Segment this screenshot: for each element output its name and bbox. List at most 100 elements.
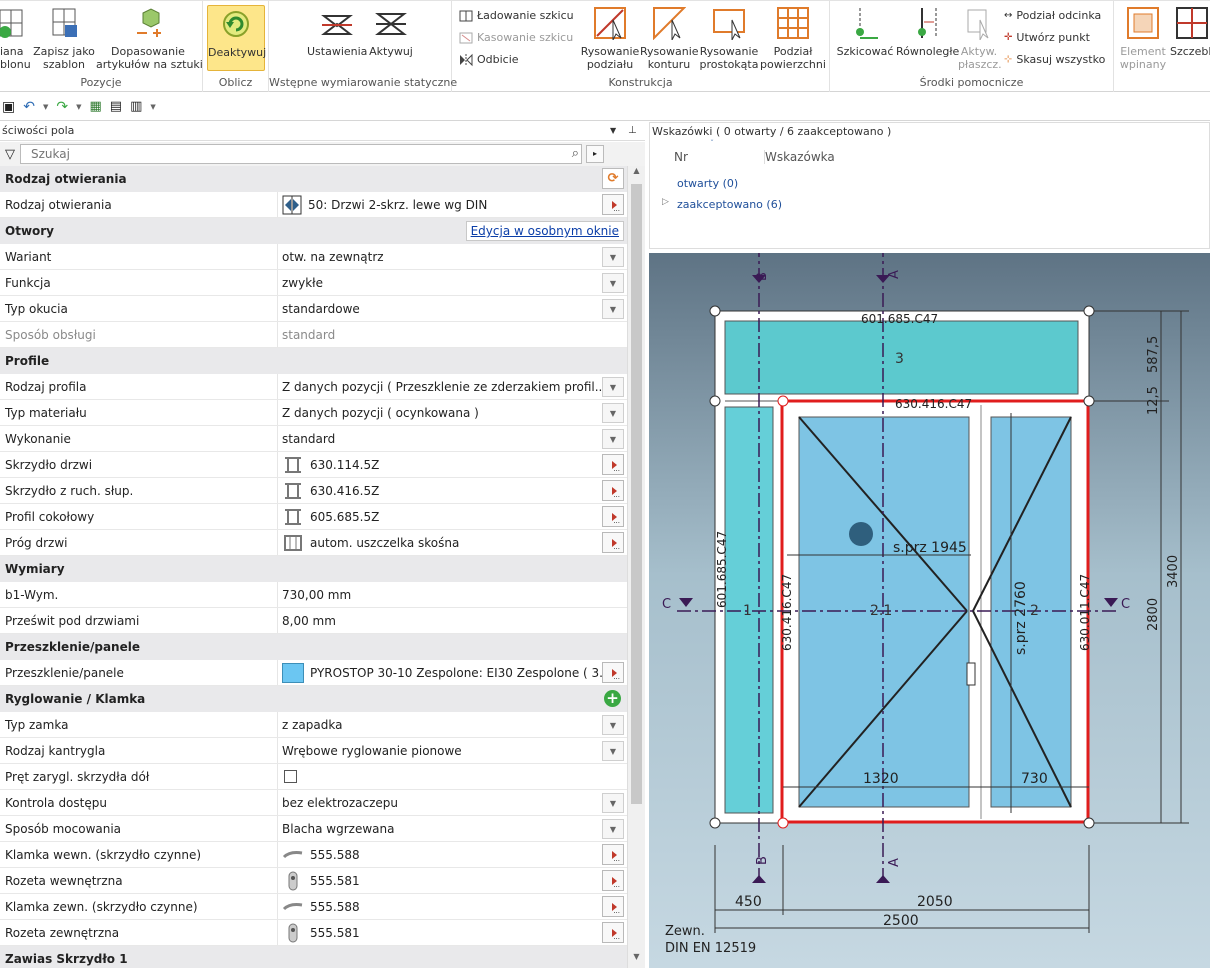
browse-button[interactable]: ... xyxy=(602,532,624,553)
add-icon[interactable]: + xyxy=(604,690,621,707)
activate-button[interactable]: Aktywuj xyxy=(367,5,415,58)
corner-handle[interactable] xyxy=(1083,817,1095,829)
create-point-button[interactable]: ✛ Utwórz punkt xyxy=(1004,28,1090,48)
pin-icon[interactable]: ⊥ xyxy=(628,122,637,140)
search-icon[interactable]: ⌕ xyxy=(572,146,579,161)
section-action-button[interactable]: ⟳ xyxy=(602,168,624,189)
delete-all-button[interactable]: ⊹ Skasuj wszystko xyxy=(1004,50,1105,70)
prop-value[interactable]: 555.588 xyxy=(278,842,627,867)
prop-value[interactable]: autom. uszczelka skośna xyxy=(278,530,627,555)
prop-value[interactable]: Blacha wgrzewana xyxy=(278,816,627,841)
save-icon[interactable]: ▣ xyxy=(2,99,15,115)
apply-template-button[interactable]: iana blonu xyxy=(0,5,32,71)
prop-value[interactable]: otw. na zewnątrz xyxy=(278,244,627,269)
prop-value[interactable]: 555.581 xyxy=(278,920,627,945)
prop-value[interactable]: PYROSTOP 30-10 Zespolone: EI30 Zespolone… xyxy=(278,660,627,685)
corner-handle[interactable] xyxy=(777,395,789,407)
delete-sketch-button[interactable]: Kasowanie szkicu xyxy=(459,28,573,48)
corner-handle[interactable] xyxy=(1083,395,1095,407)
insert-element-button[interactable]: Element wpinany xyxy=(1118,5,1168,71)
marker-dot[interactable] xyxy=(849,522,873,546)
settings-button[interactable]: Ustawienia xyxy=(307,5,367,58)
corner-handle[interactable] xyxy=(709,305,721,317)
edit-in-window-link[interactable]: Edycja w osobnym oknie xyxy=(465,221,624,241)
draw-division-button[interactable]: Rysowanie podziału xyxy=(580,5,640,71)
load-sketch-button[interactable]: Ładowanie szkicu xyxy=(459,6,574,26)
calculator-icon[interactable]: ▦ xyxy=(89,99,101,114)
dropdown-button[interactable]: ▼ xyxy=(602,299,624,319)
segment-division-button[interactable]: ↔ Podział odcinka xyxy=(1004,6,1101,26)
sketch-button[interactable]: Szkicować xyxy=(834,5,896,58)
dropdown-button[interactable]: ▼ xyxy=(602,429,624,449)
search-next-button[interactable]: ▸ xyxy=(586,145,604,163)
corner-handle[interactable] xyxy=(709,395,721,407)
redo-icon[interactable]: ↷ xyxy=(56,99,68,115)
door-drawing[interactable]: 3 A B A B C C 601.685.C47 630.416.C47 60… xyxy=(649,253,1210,968)
area-division-button[interactable]: Podział powierzchni xyxy=(760,5,826,71)
checkbox[interactable] xyxy=(284,770,297,783)
dropdown-button[interactable]: ▼ xyxy=(602,377,624,397)
prop-value[interactable]: 8,00 mm xyxy=(278,608,627,633)
dropdown-button[interactable]: ▼ xyxy=(602,819,624,839)
dropdown-icon[interactable]: ▼ xyxy=(76,103,81,111)
scroll-down-icon[interactable]: ▼ xyxy=(628,952,645,968)
filter-icon[interactable]: ▽ xyxy=(0,147,20,162)
prop-value[interactable]: z zapadka xyxy=(278,712,627,737)
door-drawing-canvas[interactable]: 3 A B A B C C 601.685.C47 630.416.C47 60… xyxy=(649,253,1210,968)
corner-handle[interactable] xyxy=(777,817,789,829)
draw-rectangle-button[interactable]: Rysowanie prostokąta xyxy=(698,5,760,71)
prop-value[interactable]: 555.588 xyxy=(278,894,627,919)
prop-value[interactable]: standard xyxy=(278,426,627,451)
browse-button[interactable]: ... xyxy=(602,896,624,917)
prop-value[interactable]: 555.581 xyxy=(278,868,627,893)
prop-value[interactable]: Wrębowe ryglowanie pionowe xyxy=(278,738,627,763)
dropdown-button[interactable]: ▼ xyxy=(602,273,624,293)
prop-value[interactable]: 50: Drzwi 2-skrz. lewe wg DIN xyxy=(278,192,627,217)
parallel-button[interactable]: Równoległe xyxy=(896,5,959,58)
browse-button[interactable]: ... xyxy=(602,844,624,865)
transom-button[interactable]: Szczebli xyxy=(1170,5,1210,58)
search-box[interactable]: ⌕ xyxy=(20,144,582,164)
hints-column-nr[interactable]: Nr xyxy=(674,150,688,164)
dropdown-icon[interactable]: ▼ xyxy=(43,103,48,111)
corner-handle[interactable] xyxy=(709,817,721,829)
deactivate-button[interactable]: Deaktywuj xyxy=(207,5,266,71)
customize-icon[interactable]: ▼ xyxy=(150,103,155,111)
browse-button[interactable]: ... xyxy=(602,454,624,475)
dropdown-button[interactable]: ▼ xyxy=(602,715,624,735)
prop-value[interactable]: Z danych pozycji ( Przeszklenie ze zderz… xyxy=(278,374,627,399)
browse-button[interactable]: ... xyxy=(602,922,624,943)
properties-scrollbar[interactable]: ▲ ▼ xyxy=(627,166,645,968)
prop-value[interactable]: 630.114.5Z xyxy=(278,452,627,477)
scroll-thumb[interactable] xyxy=(631,184,642,804)
browse-button[interactable]: ... xyxy=(602,506,624,527)
corner-handle[interactable] xyxy=(1083,305,1095,317)
save-as-template-button[interactable]: Zapisz jako szablon xyxy=(32,5,96,71)
scroll-up-icon[interactable]: ▲ xyxy=(628,166,645,182)
browse-button[interactable]: ... xyxy=(602,480,624,501)
panel-menu-icon[interactable]: ▼ xyxy=(610,122,616,140)
expand-icon[interactable]: ▷ xyxy=(662,197,669,207)
prop-value[interactable]: 605.685.5Z xyxy=(278,504,627,529)
columns-icon[interactable]: ▥ xyxy=(130,99,142,114)
hints-accepted-group[interactable]: zaakceptowano (6) xyxy=(677,198,782,211)
prop-value[interactable]: bez elektrozaczepu xyxy=(278,790,627,815)
undo-icon[interactable]: ↶ xyxy=(23,99,35,115)
prop-value[interactable]: 630.416.5Z xyxy=(278,478,627,503)
hints-open-group[interactable]: otwarty (0) xyxy=(677,177,738,190)
prop-value[interactable]: standardowe xyxy=(278,296,627,321)
dropdown-button[interactable]: ▼ xyxy=(602,247,624,267)
list-icon[interactable]: ▤ xyxy=(110,99,122,114)
hints-column-hint[interactable]: Wskazówka xyxy=(764,150,835,164)
mirror-button[interactable]: Odbicie xyxy=(459,50,519,70)
prop-value[interactable]: zwykłe xyxy=(278,270,627,295)
browse-button[interactable]: ... xyxy=(602,662,624,683)
activate-plane-button[interactable]: Aktyw. płaszcz. xyxy=(958,5,1002,71)
browse-button[interactable]: ... xyxy=(602,870,624,891)
search-input[interactable] xyxy=(21,145,551,163)
fit-articles-button[interactable]: Dopasowanie artykułów na sztuki xyxy=(96,5,203,71)
browse-button[interactable]: ... xyxy=(602,194,624,215)
dropdown-button[interactable]: ▼ xyxy=(602,793,624,813)
dropdown-button[interactable]: ▼ xyxy=(602,741,624,761)
dropdown-button[interactable]: ▼ xyxy=(602,403,624,423)
